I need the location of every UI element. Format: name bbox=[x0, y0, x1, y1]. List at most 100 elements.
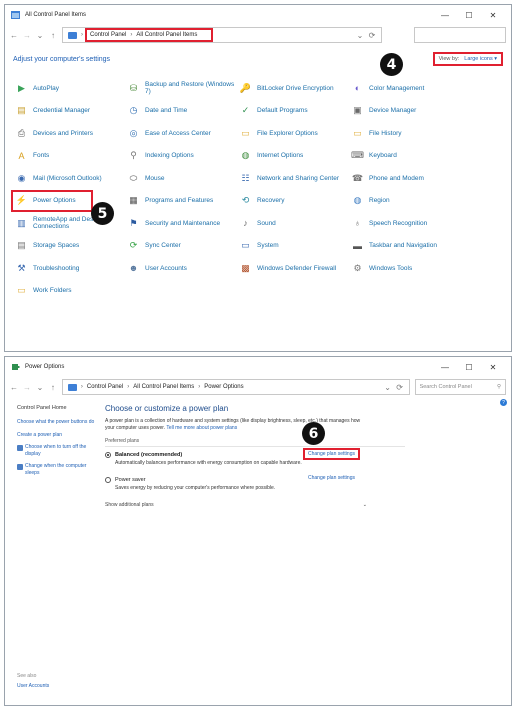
back-arrow-icon[interactable]: ← bbox=[10, 31, 18, 40]
cp-item[interactable]: ▩ Windows Defender Firewall bbox=[237, 257, 349, 280]
cp-item-label: User Accounts bbox=[145, 264, 187, 272]
back-arrow-icon[interactable]: ← bbox=[10, 383, 18, 392]
maximize-button[interactable]: ☐ bbox=[457, 11, 481, 20]
recovery-icon: ⟲ bbox=[241, 195, 250, 206]
cp-item[interactable]: ⎙ Devices and Printers bbox=[13, 122, 125, 145]
cp-item[interactable]: ▭ System bbox=[237, 235, 349, 258]
cp-item[interactable]: ⚑ Security and Maintenance bbox=[125, 212, 237, 235]
cp-item[interactable]: ✓ Default Programs bbox=[237, 100, 349, 123]
up-arrow-icon[interactable]: ↑ bbox=[49, 383, 57, 392]
cp-item[interactable]: ▶ AutoPlay bbox=[13, 77, 125, 100]
cp-item[interactable]: ▤ Storage Spaces bbox=[13, 235, 125, 258]
cp-item[interactable]: ⚒ Troubleshooting bbox=[13, 257, 125, 280]
cp-item-label: Indexing Options bbox=[145, 152, 194, 159]
change-plan-settings-link[interactable]: Change plan settings bbox=[303, 448, 360, 460]
address-field[interactable]: › Control Panel › All Control Panel Item… bbox=[61, 379, 410, 395]
plan-radio[interactable] bbox=[105, 477, 111, 483]
cp-item[interactable]: ◎ Ease of Access Center bbox=[125, 122, 237, 145]
sidebar-home-link[interactable]: Control Panel Home bbox=[17, 405, 97, 411]
cp-item[interactable]: ⚙ Windows Tools bbox=[349, 257, 461, 280]
sidebar-user-accounts-link[interactable]: User Accounts bbox=[17, 683, 49, 689]
plan-name[interactable]: Balanced (recommended) bbox=[115, 452, 182, 458]
help-icon[interactable]: ? bbox=[500, 399, 507, 406]
cp-item[interactable]: ◐ Color Management bbox=[349, 77, 461, 100]
cp-item[interactable]: ☎ Phone and Modem bbox=[349, 167, 461, 190]
minimize-button[interactable]: — bbox=[433, 363, 457, 372]
page-heading: Adjust your computer's settings bbox=[13, 55, 111, 63]
breadcrumb-all-items[interactable]: All Control Panel Items bbox=[133, 384, 194, 390]
cp-item[interactable]: ▦ Programs and Features bbox=[125, 190, 237, 213]
view-by-control[interactable]: View by: Large icons ▾ bbox=[432, 52, 503, 66]
sidebar-link[interactable]: Choose what the power buttons do bbox=[17, 419, 97, 426]
show-additional-label: Show additional plans bbox=[105, 502, 154, 508]
search-input[interactable]: Search Control Panel ⚲ bbox=[414, 379, 506, 395]
breadcrumb-power-options[interactable]: Power Options bbox=[204, 384, 243, 390]
cp-item[interactable]: ⌨ Keyboard bbox=[349, 145, 461, 168]
breadcrumb-control-panel[interactable]: Control Panel bbox=[87, 384, 123, 390]
forward-arrow-icon[interactable]: → bbox=[23, 383, 31, 392]
cp-item[interactable]: ♪ Sound bbox=[237, 212, 349, 235]
recent-locations-icon[interactable]: ⌄ bbox=[36, 31, 44, 40]
search-icon: ⚲ bbox=[496, 384, 501, 390]
power-options-icon bbox=[12, 364, 20, 370]
power-options-icon: ⚡ bbox=[15, 195, 28, 206]
breadcrumb-all-items[interactable]: All Control Panel Items bbox=[136, 32, 197, 38]
cp-item[interactable]: ▬ Taskbar and Navigation bbox=[349, 235, 461, 258]
sidebar-link[interactable]: Choose when to turn off the display bbox=[17, 444, 97, 457]
close-button[interactable]: ✕ bbox=[481, 363, 505, 372]
cp-item[interactable]: ▭ File Explorer Options bbox=[237, 122, 349, 145]
cp-item[interactable]: ♁ Speech Recognition bbox=[349, 212, 461, 235]
cp-item[interactable]: ▭ Work Folders bbox=[13, 280, 125, 303]
recent-locations-icon[interactable]: ⌄ bbox=[36, 383, 44, 392]
keyboard-icon: ⌨ bbox=[351, 150, 364, 161]
cp-item[interactable]: ☻ User Accounts bbox=[125, 257, 237, 280]
power-options-window: Power Options — ☐ ✕ ← → ⌄ ↑ › Control Pa… bbox=[4, 356, 512, 706]
cp-item[interactable]: ◍ Region bbox=[349, 190, 461, 213]
tell-me-more-link[interactable]: Tell me more about power plans bbox=[166, 425, 237, 431]
cp-item[interactable]: ⬭ Mouse bbox=[125, 167, 237, 190]
step-marker-5: 5 bbox=[91, 202, 114, 225]
sidebar-link[interactable]: Change when the computer sleeps bbox=[17, 463, 97, 476]
show-additional-plans[interactable]: Show additional plans ⌄ bbox=[105, 502, 367, 508]
cp-item[interactable]: ◷ Date and Time bbox=[125, 100, 237, 123]
minimize-button[interactable]: — bbox=[433, 11, 457, 20]
sidebar-link[interactable]: Create a power plan bbox=[17, 432, 97, 439]
credential-icon: ▤ bbox=[17, 105, 26, 116]
close-button[interactable]: ✕ bbox=[481, 11, 505, 20]
cp-item[interactable]: 🔑 BitLocker Drive Encryption bbox=[237, 77, 349, 100]
cp-item[interactable]: A Fonts bbox=[13, 145, 125, 168]
chevron-down-icon: ⌄ bbox=[362, 502, 367, 508]
programs-icon: ▦ bbox=[129, 195, 138, 206]
cp-item[interactable]: ⚲ Indexing Options bbox=[125, 145, 237, 168]
plan-radio[interactable] bbox=[105, 452, 111, 458]
forward-arrow-icon[interactable]: → bbox=[23, 31, 31, 40]
cp-item[interactable]: ▭ File History bbox=[349, 122, 461, 145]
refresh-icon[interactable]: ⟳ bbox=[396, 383, 404, 392]
cp-item-power-options[interactable]: ⚡ Power Options bbox=[11, 189, 93, 212]
power-options-body: ? Control Panel Home Choose what the pow… bbox=[5, 397, 511, 705]
address-dropdown-icon[interactable]: ⌄ bbox=[384, 383, 392, 392]
view-by-dropdown[interactable]: Large icons ▾ bbox=[464, 56, 497, 62]
address-dropdown-icon[interactable]: ⌄ bbox=[356, 31, 364, 40]
search-input[interactable] bbox=[414, 27, 506, 43]
shield-icon bbox=[17, 445, 23, 451]
sidebar-link-label: Choose when to turn off the display bbox=[25, 444, 87, 457]
up-arrow-icon[interactable]: ↑ bbox=[49, 31, 57, 40]
cp-item-label: Storage Spaces bbox=[33, 242, 80, 249]
maximize-button[interactable]: ☐ bbox=[457, 363, 481, 372]
cp-item[interactable]: ▣ Device Manager bbox=[349, 100, 461, 123]
taskbar-icon: ▬ bbox=[353, 240, 362, 251]
plan-name[interactable]: Power saver bbox=[115, 477, 146, 483]
change-plan-settings-link[interactable]: Change plan settings bbox=[308, 475, 355, 481]
cp-item[interactable]: ◍ Internet Options bbox=[237, 145, 349, 168]
cp-item[interactable]: ⟳ Sync Center bbox=[125, 235, 237, 258]
refresh-icon[interactable]: ⟳ bbox=[368, 31, 376, 40]
cp-item[interactable]: ☷ Network and Sharing Center bbox=[237, 167, 349, 190]
address-field[interactable]: › Control Panel › All Control Panel Item… bbox=[62, 27, 382, 43]
cp-item[interactable]: ⟲ Recovery bbox=[237, 190, 349, 213]
cp-item[interactable]: ◉ Mail (Microsoft Outlook) bbox=[13, 167, 125, 190]
cp-item[interactable]: ▤ Credential Manager bbox=[13, 100, 125, 123]
cp-item-label: Credential Manager bbox=[33, 107, 91, 114]
cp-item[interactable]: ⛁ Backup and Restore (Windows 7) bbox=[125, 77, 237, 100]
breadcrumb-control-panel[interactable]: Control Panel bbox=[90, 32, 126, 38]
